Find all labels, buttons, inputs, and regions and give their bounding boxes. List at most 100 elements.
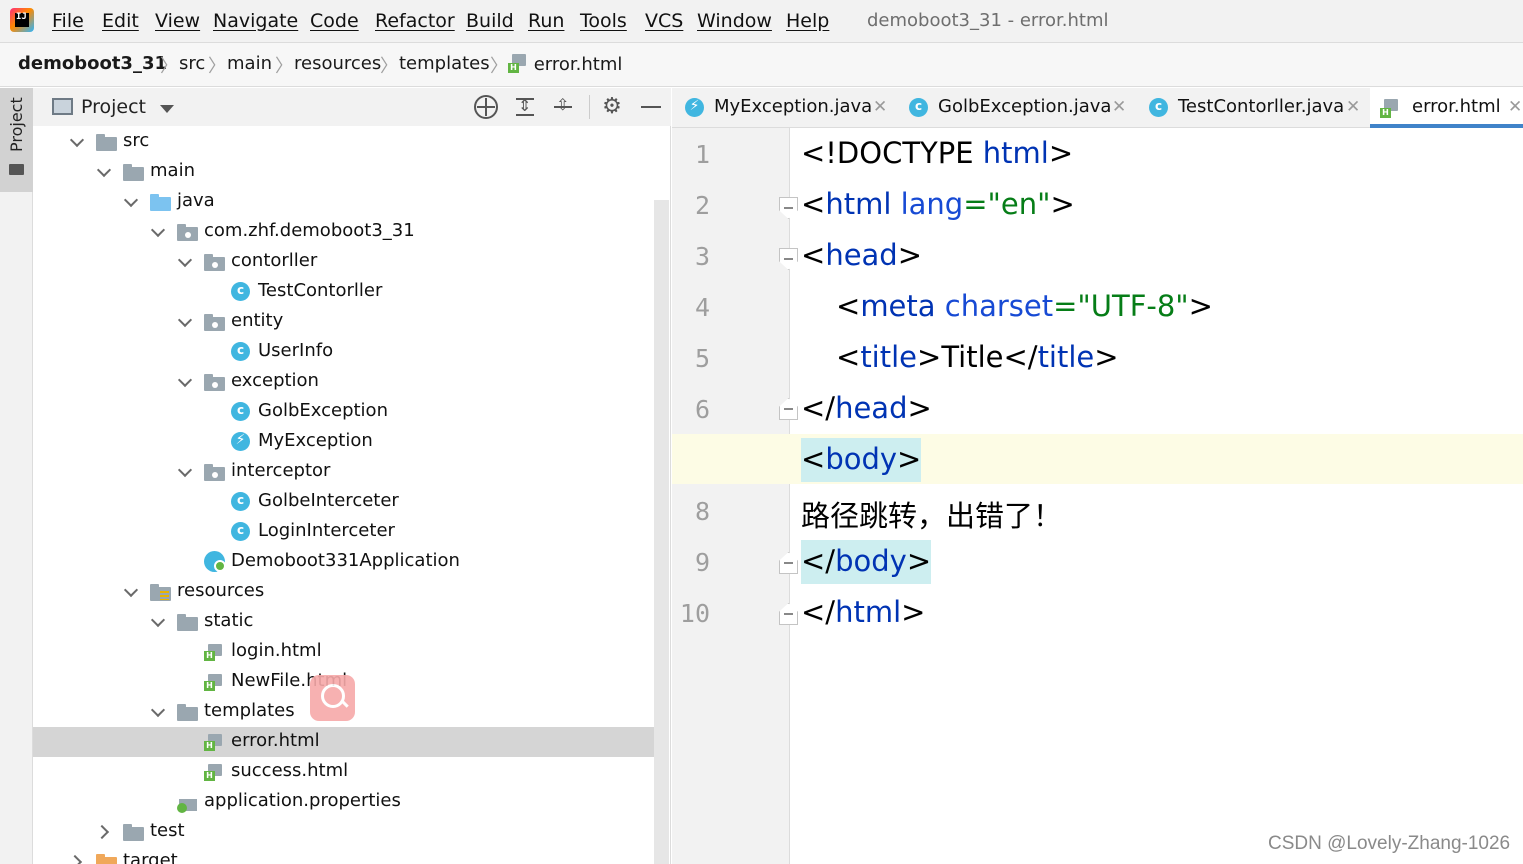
chevron-down-icon[interactable] [177,373,193,389]
breadcrumb: demoboot3_31 〉 src 〉 main 〉 resources 〉 … [0,43,1523,87]
tree-item[interactable]: Demoboot331Application [33,547,655,577]
source-folder-icon [150,193,171,211]
breadcrumb-file[interactable]: error.html [508,53,622,75]
project-view-selector[interactable]: Project [81,96,146,118]
menu-vcs[interactable]: VCS [645,10,683,32]
line-number: 5 [694,344,710,373]
tree-item[interactable]: error.html [33,727,655,757]
tab-testcontorller[interactable]: c TestContorller.java ✕ [1136,88,1370,128]
tree-item[interactable]: src [33,127,655,157]
folder-icon [177,703,198,721]
chevron-down-icon[interactable] [150,223,166,239]
tree-item[interactable]: com.zhf.demoboot3_31 [33,217,655,247]
chevron-down-icon[interactable] [123,193,139,209]
line-number: 9 [694,548,710,577]
close-icon[interactable]: ✕ [873,97,887,117]
minimize-icon[interactable] [639,95,663,119]
folder-icon [123,163,144,181]
editor-gutter: 1 2 3 4 5 6 7 8 9 10 [672,128,798,864]
menu-tools[interactable]: Tools [580,10,627,32]
chevron-down-icon[interactable] [69,133,85,149]
menu-file[interactable]: File [52,10,84,32]
tree-item[interactable]: exception [33,367,655,397]
breadcrumb-main[interactable]: main [227,53,272,74]
gear-icon[interactable]: ⚙ [600,95,624,119]
html-file-icon [1380,98,1400,118]
close-icon[interactable]: ✕ [1346,97,1360,117]
tab-myexception[interactable]: ⚡ MyException.java ✕ [672,88,896,128]
project-tool-window-tab[interactable]: Project [0,88,33,192]
chevron-right-icon: 〉 [208,56,226,77]
menu-code[interactable]: Code [310,10,359,32]
tree-item-label: error.html [231,730,320,751]
editor-tab-bar: ⚡ MyException.java ✕ c GolbException.jav… [672,88,1523,128]
folder-icon [123,823,144,841]
package-icon [204,313,225,331]
tree-item[interactable]: contorller [33,247,655,277]
tree-item[interactable]: main [33,157,655,187]
tree-item[interactable]: resources [33,577,655,607]
menu-window[interactable]: Window [697,10,772,32]
menu-run[interactable]: Run [528,10,564,32]
chevron-down-icon[interactable] [96,163,112,179]
tree-item-label: MyException [258,430,373,451]
menu-view[interactable]: View [155,10,200,32]
html-file-icon [508,53,528,73]
chevron-down-icon[interactable] [177,313,193,329]
chevron-right-icon[interactable] [96,823,112,839]
html-file-icon [204,673,225,691]
menu-refactor[interactable]: Refactor [375,10,455,32]
chevron-down-icon[interactable] [160,105,174,113]
chevron-right-icon[interactable] [69,853,85,864]
chevron-down-icon[interactable] [150,703,166,719]
tab-error-html[interactable]: error.html ✕ [1370,88,1523,128]
menu-edit[interactable]: Edit [102,10,139,32]
tree-item-label: contorller [231,250,318,271]
tree-item-label: src [123,130,150,151]
folder-icon [9,164,24,175]
menu-navigate[interactable]: Navigate [213,10,298,32]
tree-item[interactable]: target [33,847,655,864]
search-icon[interactable] [310,675,355,721]
close-icon[interactable]: ✕ [1508,97,1522,117]
tab-golbexception[interactable]: c GolbException.java ✕ [896,88,1136,128]
menu-build[interactable]: Build [466,10,514,32]
tree-item[interactable]: ⚡ MyException [33,427,655,457]
html-file-icon [204,733,225,751]
breadcrumb-resources[interactable]: resources [294,53,381,74]
chevron-down-icon[interactable] [177,463,193,479]
tree-item[interactable]: c GolbeInterceter [33,487,655,517]
chevron-down-icon[interactable] [177,253,193,269]
breadcrumb-project[interactable]: demoboot3_31 [18,53,167,74]
line-number: 6 [694,395,710,424]
close-icon[interactable]: ✕ [1112,97,1126,117]
tree-item[interactable]: test [33,817,655,847]
project-panel-header: Project ⚙ [33,88,671,126]
breadcrumb-templates[interactable]: templates [399,53,490,74]
current-line-highlight [672,434,1523,484]
tab-label: GolbException.java [938,96,1112,117]
collapse-all-icon[interactable] [551,95,575,119]
tree-item[interactable]: c TestContorller [33,277,655,307]
code-area[interactable]: <!DOCTYPE html> <html lang="en"> <head> … [672,128,1523,864]
tree-item[interactable]: application.properties [33,787,655,817]
tree-scrollbar[interactable] [654,200,669,864]
breadcrumb-src[interactable]: src [179,53,205,74]
tree-item[interactable]: success.html [33,757,655,787]
select-opened-file-icon[interactable] [474,95,498,119]
tree-item[interactable]: login.html [33,637,655,667]
tree-item[interactable]: entity [33,307,655,337]
package-icon [204,373,225,391]
chevron-down-icon[interactable] [150,613,166,629]
tree-item[interactable]: interceptor [33,457,655,487]
tree-item[interactable]: c UserInfo [33,337,655,367]
chevron-down-icon[interactable] [123,583,139,599]
tree-item[interactable]: c LoginInterceter [33,517,655,547]
expand-all-icon[interactable] [513,95,537,119]
tree-item[interactable]: c GolbException [33,397,655,427]
line-number: 2 [694,191,710,220]
class-icon: c [231,282,250,301]
menu-help[interactable]: Help [786,10,829,32]
tree-item[interactable]: java [33,187,655,217]
tree-item[interactable]: static [33,607,655,637]
